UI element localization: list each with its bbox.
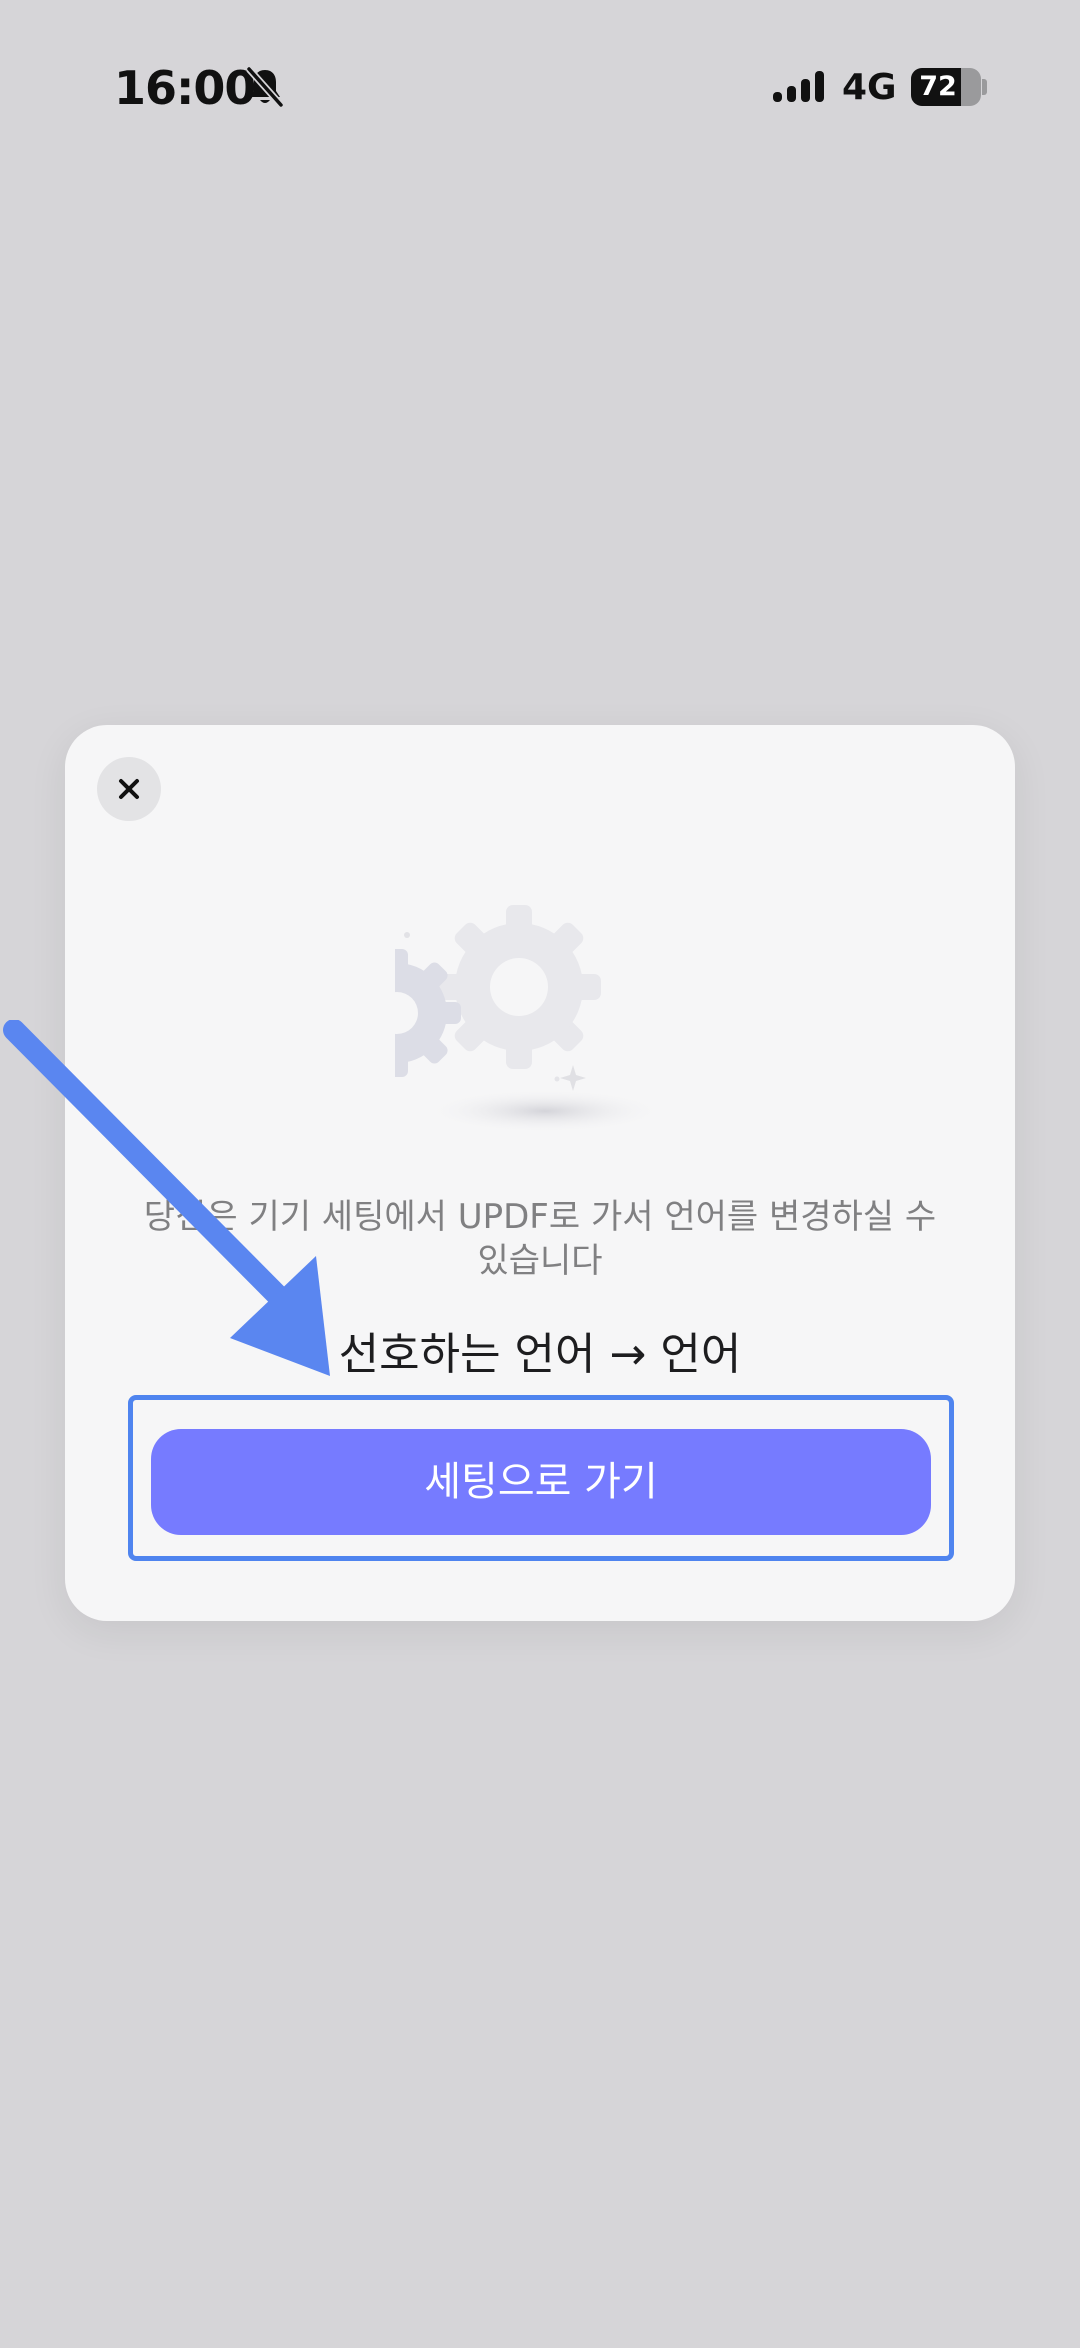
signal-icon <box>773 71 824 102</box>
battery-icon: 72 <box>911 68 981 106</box>
network-type: 4G <box>842 67 897 108</box>
status-bar: 16:00 4G 72 <box>0 0 1080 180</box>
close-icon <box>119 779 139 799</box>
gears-icon <box>395 905 665 1133</box>
close-button[interactable] <box>97 757 161 821</box>
battery-level: 72 <box>919 71 957 102</box>
go-to-settings-button[interactable]: 세팅으로 가기 <box>151 1429 931 1535</box>
battery-tip <box>982 79 987 95</box>
status-time: 16:00 <box>114 61 256 115</box>
annotation-arrow-icon <box>3 1020 330 1376</box>
bell-slash-icon <box>246 66 284 108</box>
